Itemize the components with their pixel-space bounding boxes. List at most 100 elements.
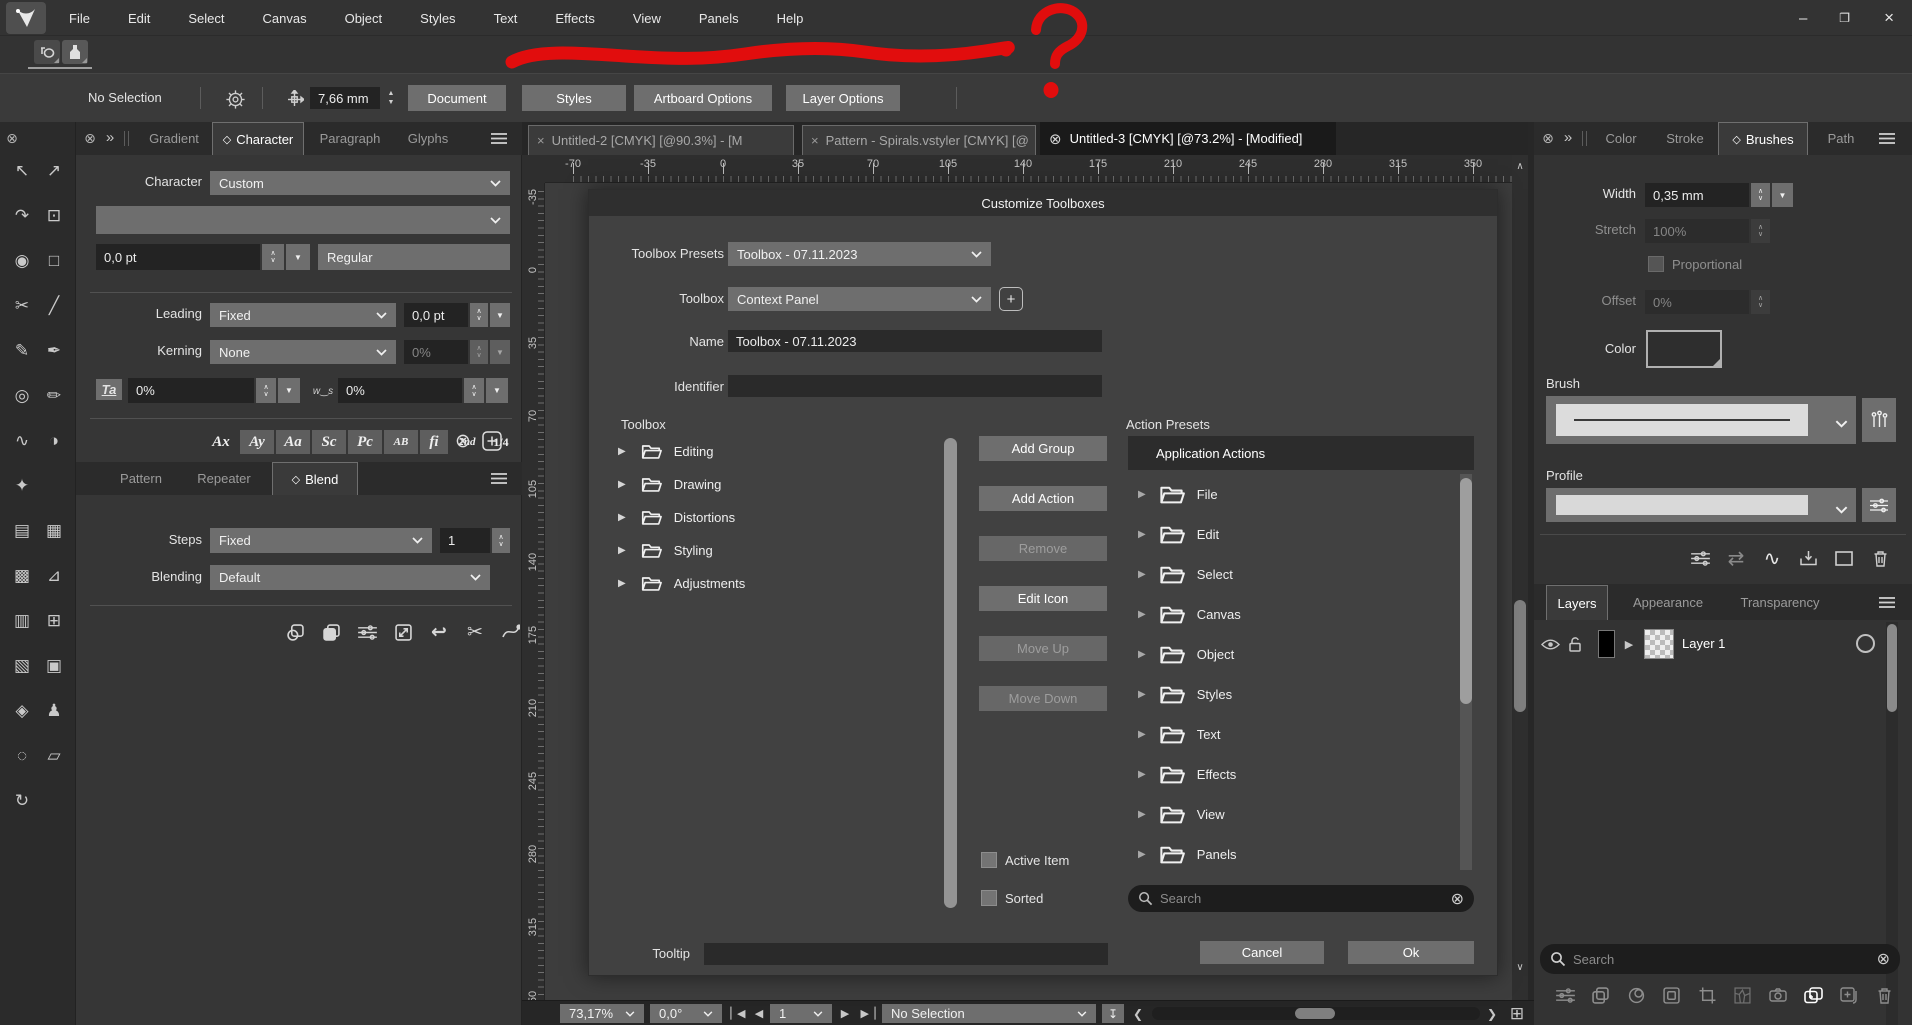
- font-size-dropdown-button[interactable]: ▼: [286, 244, 310, 270]
- layer-options-button[interactable]: Layer Options: [786, 85, 900, 111]
- brush-tool[interactable]: ✒: [41, 338, 67, 364]
- tracking-dropdown-button[interactable]: ▼: [278, 378, 300, 403]
- rectangle-icon[interactable]: [1830, 544, 1858, 572]
- expander-icon[interactable]: ▶: [1138, 809, 1146, 820]
- search-input[interactable]: [1160, 891, 1444, 906]
- crop-layer-icon[interactable]: [1694, 982, 1720, 1008]
- trash-icon[interactable]: [1866, 544, 1894, 572]
- font-family-dropdown[interactable]: [96, 206, 510, 234]
- horizontal-scrollbar-track[interactable]: [1152, 1007, 1480, 1020]
- tab-layers[interactable]: Layers: [1546, 585, 1608, 620]
- menu-file[interactable]: File: [50, 0, 109, 36]
- action-group-object[interactable]: ▶Object: [1138, 634, 1438, 674]
- card-tool[interactable]: ▣: [41, 653, 67, 679]
- layer-target-circle[interactable]: [1856, 634, 1875, 653]
- menu-help[interactable]: Help: [758, 0, 823, 36]
- tab-transparency[interactable]: Transparency: [1726, 584, 1834, 620]
- style-button-pc[interactable]: Pc: [348, 430, 382, 454]
- style-button-aa[interactable]: Aa: [276, 430, 310, 454]
- clear-search-icon[interactable]: ⊗: [1451, 889, 1464, 909]
- expander-icon[interactable]: ▶: [1138, 489, 1146, 500]
- profile-selector[interactable]: [1546, 488, 1856, 522]
- style-button-ay[interactable]: Ay: [240, 430, 274, 454]
- artboard-grid-icon[interactable]: ⊞: [1504, 1002, 1530, 1025]
- add-style-icon[interactable]: [480, 429, 504, 453]
- marquee-tool[interactable]: □: [41, 248, 67, 274]
- expander-icon[interactable]: ▶: [618, 512, 626, 523]
- page-dropdown[interactable]: 1: [770, 1004, 832, 1023]
- panel-menu-icon[interactable]: [490, 131, 508, 145]
- stroke-options-icon[interactable]: [1686, 544, 1714, 572]
- layer-color-tag[interactable]: [1598, 630, 1615, 658]
- minimize-button[interactable]: –: [1783, 0, 1823, 36]
- ok-button[interactable]: Ok: [1348, 941, 1474, 964]
- expander-icon[interactable]: ▶: [1138, 689, 1146, 700]
- transform-stepper[interactable]: ▲▼: [384, 85, 398, 111]
- menu-select[interactable]: Select: [169, 0, 243, 36]
- panel-close-icon[interactable]: ⊗: [4, 130, 20, 146]
- document-options-button[interactable]: Document: [408, 85, 506, 111]
- layer-options-icon[interactable]: [1552, 982, 1578, 1008]
- word-spacing-stepper[interactable]: ∧∨: [464, 378, 484, 403]
- tab-path[interactable]: Path: [1816, 122, 1866, 155]
- group-select-tool[interactable]: ⊡: [41, 203, 67, 229]
- tab-pattern[interactable]: Pattern: [106, 462, 176, 495]
- wand-tool[interactable]: ✦: [9, 473, 35, 499]
- expander-icon[interactable]: ▶: [618, 446, 626, 457]
- leading-mode-dropdown[interactable]: Fixed: [210, 303, 396, 327]
- tab-blend[interactable]: ◇Blend: [272, 462, 358, 495]
- move-origin-icon[interactable]: [284, 89, 304, 109]
- panel-menu-icon[interactable]: [1878, 595, 1896, 609]
- edit-icon-button[interactable]: Edit Icon: [979, 586, 1107, 611]
- import-brush-icon[interactable]: [1794, 544, 1822, 572]
- transform-value-field[interactable]: 7,66 mm: [310, 87, 380, 109]
- expander-icon[interactable]: ▶: [1138, 769, 1146, 780]
- collapse-icon[interactable]: »: [102, 128, 118, 146]
- width-field[interactable]: 0,35 mm: [1645, 183, 1749, 207]
- menu-view[interactable]: View: [614, 0, 680, 36]
- layer-name[interactable]: Layer 1: [1682, 636, 1725, 651]
- tracking-value-field[interactable]: 0%: [128, 378, 254, 403]
- menu-canvas[interactable]: Canvas: [244, 0, 326, 36]
- brush-presets-button[interactable]: [1862, 398, 1896, 442]
- style-button-ab[interactable]: AB: [384, 430, 418, 454]
- toolbox-group-adjustments[interactable]: ▶Adjustments: [618, 567, 938, 599]
- word-spacing-dropdown-button[interactable]: ▼: [486, 378, 508, 403]
- step-up-arrow[interactable]: ▲: [388, 89, 395, 98]
- shape-builder-tool[interactable]: ◈: [9, 698, 35, 724]
- name-field[interactable]: Toolbox - 07.11.2023: [728, 330, 1102, 352]
- close-tab-icon[interactable]: ×: [537, 133, 545, 148]
- horizontal-scrollbar-thumb[interactable]: [1295, 1008, 1335, 1019]
- expander-icon[interactable]: ▶: [618, 578, 626, 589]
- font-style-dropdown[interactable]: Regular: [318, 244, 510, 270]
- menu-edit[interactable]: Edit: [109, 0, 169, 36]
- close-tab-icon[interactable]: ⊗: [1049, 130, 1062, 148]
- tab-gradient[interactable]: Gradient: [136, 122, 212, 155]
- knife-tool[interactable]: ✂: [9, 293, 35, 319]
- action-presets-root-row[interactable]: Application Actions: [1128, 436, 1474, 470]
- expander-icon[interactable]: ▶: [1138, 529, 1146, 540]
- word-spacing-field[interactable]: 0%: [338, 378, 462, 403]
- curve-tool[interactable]: ∿: [9, 428, 35, 454]
- action-group-effects[interactable]: ▶Effects: [1138, 754, 1438, 794]
- wave-icon[interactable]: ∿: [1758, 544, 1786, 572]
- menu-object[interactable]: Object: [326, 0, 402, 36]
- rotation-dropdown[interactable]: 0,0°: [650, 1004, 722, 1023]
- ellipse-tool[interactable]: ◌: [9, 743, 35, 769]
- kerning-mode-dropdown[interactable]: None: [210, 340, 396, 364]
- tab-stroke[interactable]: Stroke: [1654, 122, 1716, 155]
- undo-icon[interactable]: ↩: [425, 618, 453, 646]
- add-toolbox-button[interactable]: +: [999, 287, 1023, 311]
- menu-panels[interactable]: Panels: [680, 0, 758, 36]
- action-group-select[interactable]: ▶Select: [1138, 554, 1438, 594]
- document-tab[interactable]: × Pattern - Spirals.vstyler [CMYK] [@: [802, 125, 1036, 155]
- expander-icon[interactable]: ▶: [1622, 637, 1636, 651]
- quick-tool-2[interactable]: [62, 40, 88, 64]
- width-dropdown-button[interactable]: ▼: [1772, 183, 1793, 207]
- artboard-options-button[interactable]: Artboard Options: [634, 85, 772, 111]
- apply-selection-button[interactable]: ↧: [1102, 1004, 1124, 1023]
- first-page-icon[interactable]: ▏◀: [726, 1004, 748, 1023]
- line-tool[interactable]: ╱: [41, 293, 67, 319]
- tab-glyphs[interactable]: Glyphs: [396, 122, 460, 155]
- options-sliders-icon[interactable]: [353, 618, 381, 646]
